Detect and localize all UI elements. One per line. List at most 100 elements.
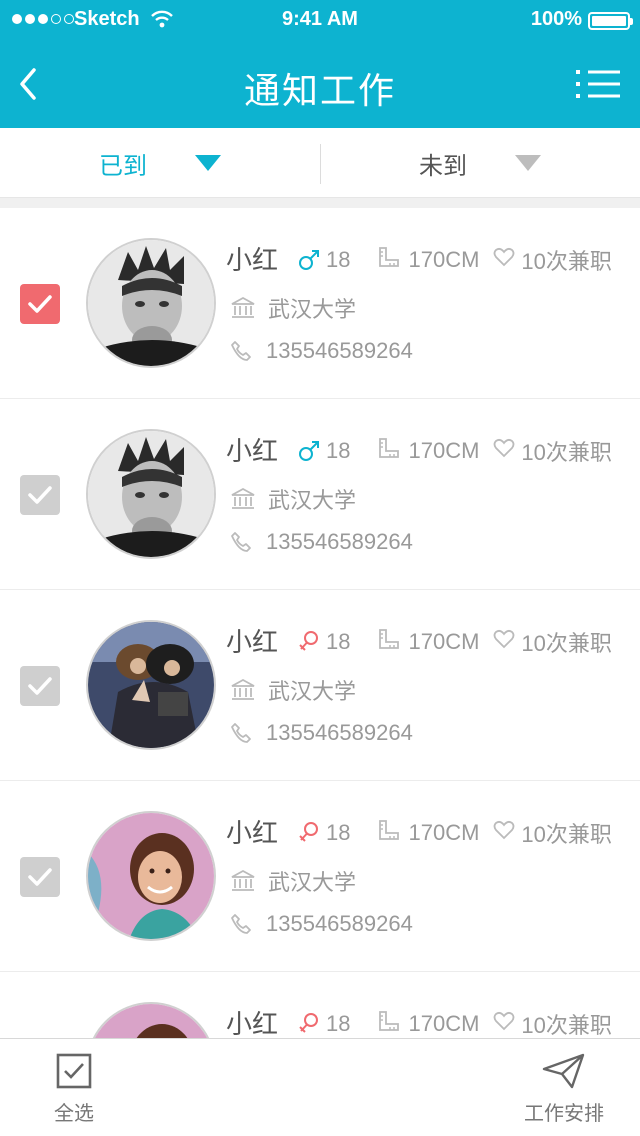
female-icon xyxy=(299,1013,318,1033)
person-school-row: 武汉大学 xyxy=(230,674,356,706)
person-jobs: 10次兼职 xyxy=(521,249,612,274)
send-icon xyxy=(542,1053,585,1089)
person-phone: 135546589264 xyxy=(266,529,413,554)
avatar xyxy=(86,429,216,559)
ruler-icon xyxy=(379,629,400,649)
person-list: 小红 18 170CM 10次兼职 武汉大学 135546589264 小红 1… xyxy=(0,208,640,1038)
person-phone-row: 135546589264 xyxy=(230,338,413,364)
list-item[interactable]: 小红 18 170CM 10次兼职 武汉大学 135546589264 xyxy=(0,781,640,972)
page-title: 通知工作 xyxy=(243,71,396,112)
person-meta: 18 170CM 10次兼职 xyxy=(298,244,612,276)
phone-icon xyxy=(231,914,251,934)
bottom-toolbar: 全选 工作安排 xyxy=(0,1038,640,1136)
person-jobs: 10次兼职 xyxy=(521,631,612,656)
ruler-icon xyxy=(379,438,400,458)
select-checkbox[interactable] xyxy=(20,857,60,897)
select-checkbox[interactable] xyxy=(20,284,60,324)
heart-icon xyxy=(494,629,515,649)
phone-icon xyxy=(231,723,251,743)
school-icon xyxy=(231,487,255,509)
person-school-row: 武汉大学 xyxy=(230,483,356,515)
work-arrange-label: 工作安排 xyxy=(524,1101,604,1125)
person-height: 170CM xyxy=(408,438,480,463)
person-school: 武汉大学 xyxy=(268,298,357,323)
list-item[interactable]: 小红 18 170CM 10次兼职 武汉大学 135546589264 xyxy=(0,399,640,590)
filter-tabs: 已到 未到 xyxy=(0,128,640,198)
person-school: 武汉大学 xyxy=(268,871,357,896)
person-height: 170CM xyxy=(408,629,480,654)
person-phone: 135546589264 xyxy=(266,338,413,363)
person-name: 小红 xyxy=(226,246,279,276)
school-icon xyxy=(231,869,255,891)
heart-icon xyxy=(494,438,515,458)
person-height: 170CM xyxy=(408,247,480,272)
select-checkbox[interactable] xyxy=(20,475,60,515)
person-age: 18 xyxy=(326,247,351,272)
female-icon xyxy=(299,631,318,651)
checkbox-icon xyxy=(56,1053,92,1089)
person-phone: 135546589264 xyxy=(266,911,413,936)
dropdown-arrow-icon xyxy=(515,155,541,171)
heart-icon xyxy=(494,247,515,267)
person-age: 18 xyxy=(326,820,351,845)
school-icon xyxy=(231,678,255,700)
person-phone-row: 135546589264 xyxy=(230,720,413,746)
avatar xyxy=(86,620,216,750)
person-age: 18 xyxy=(326,629,351,654)
status-bar: Sketch 9:41 AM 100% xyxy=(0,0,640,40)
list-item[interactable]: 小红 18 170CM 10次兼职 武汉大学 135546589264 xyxy=(0,972,640,1038)
avatar xyxy=(86,1002,216,1038)
person-school: 武汉大学 xyxy=(268,489,357,514)
list-item[interactable]: 小红 18 170CM 10次兼职 武汉大学 135546589264 xyxy=(0,590,640,781)
phone-icon xyxy=(231,341,251,361)
tab-arrived-label: 已到 xyxy=(99,151,147,180)
person-phone: 135546589264 xyxy=(266,720,413,745)
work-arrange-button[interactable]: 工作安排 xyxy=(524,1053,604,1126)
select-all-button[interactable]: 全选 xyxy=(54,1053,94,1126)
female-icon xyxy=(299,822,318,842)
person-school: 武汉大学 xyxy=(268,680,357,705)
person-height: 170CM xyxy=(408,820,480,845)
battery-icon xyxy=(588,12,633,30)
person-phone-row: 135546589264 xyxy=(230,911,413,937)
tab-arrived[interactable]: 已到 xyxy=(0,128,320,198)
heart-icon xyxy=(494,1011,515,1031)
battery-percent: 100% xyxy=(530,8,582,30)
heart-icon xyxy=(494,820,515,840)
section-gap xyxy=(0,198,640,208)
person-height: 170CM xyxy=(408,1011,480,1036)
tab-not-arrived[interactable]: 未到 xyxy=(320,128,640,198)
checkmark-icon xyxy=(28,486,52,504)
checkmark-icon xyxy=(28,868,52,886)
avatar xyxy=(86,811,216,941)
person-age: 18 xyxy=(326,438,351,463)
list-item[interactable]: 小红 18 170CM 10次兼职 武汉大学 135546589264 xyxy=(0,208,640,399)
phone-icon xyxy=(231,532,251,552)
person-phone-row: 135546589264 xyxy=(230,529,413,555)
person-jobs: 10次兼职 xyxy=(521,1013,612,1038)
person-name: 小红 xyxy=(226,1010,279,1038)
person-name: 小红 xyxy=(226,819,279,849)
person-school-row: 武汉大学 xyxy=(230,292,356,324)
person-meta: 18 170CM 10次兼职 xyxy=(298,1008,612,1038)
person-school-row: 武汉大学 xyxy=(230,865,356,897)
school-icon xyxy=(231,296,255,318)
male-icon xyxy=(299,250,319,270)
male-icon xyxy=(299,441,319,461)
list-menu-icon[interactable] xyxy=(576,70,620,98)
person-meta: 18 170CM 10次兼职 xyxy=(298,435,612,467)
select-checkbox[interactable] xyxy=(20,666,60,706)
person-name: 小红 xyxy=(226,628,279,658)
ruler-icon xyxy=(379,820,400,840)
tab-not-arrived-label: 未到 xyxy=(419,151,467,180)
person-jobs: 10次兼职 xyxy=(521,440,612,465)
checkmark-icon xyxy=(28,295,52,313)
person-name: 小红 xyxy=(226,437,279,467)
person-age: 18 xyxy=(326,1011,351,1036)
dropdown-arrow-icon xyxy=(195,155,221,171)
checkmark-icon xyxy=(28,677,52,695)
avatar xyxy=(86,238,216,368)
top-bar: Sketch 9:41 AM 100% 通知工作 xyxy=(0,0,640,128)
ruler-icon xyxy=(379,1011,400,1031)
ruler-icon xyxy=(379,247,400,267)
